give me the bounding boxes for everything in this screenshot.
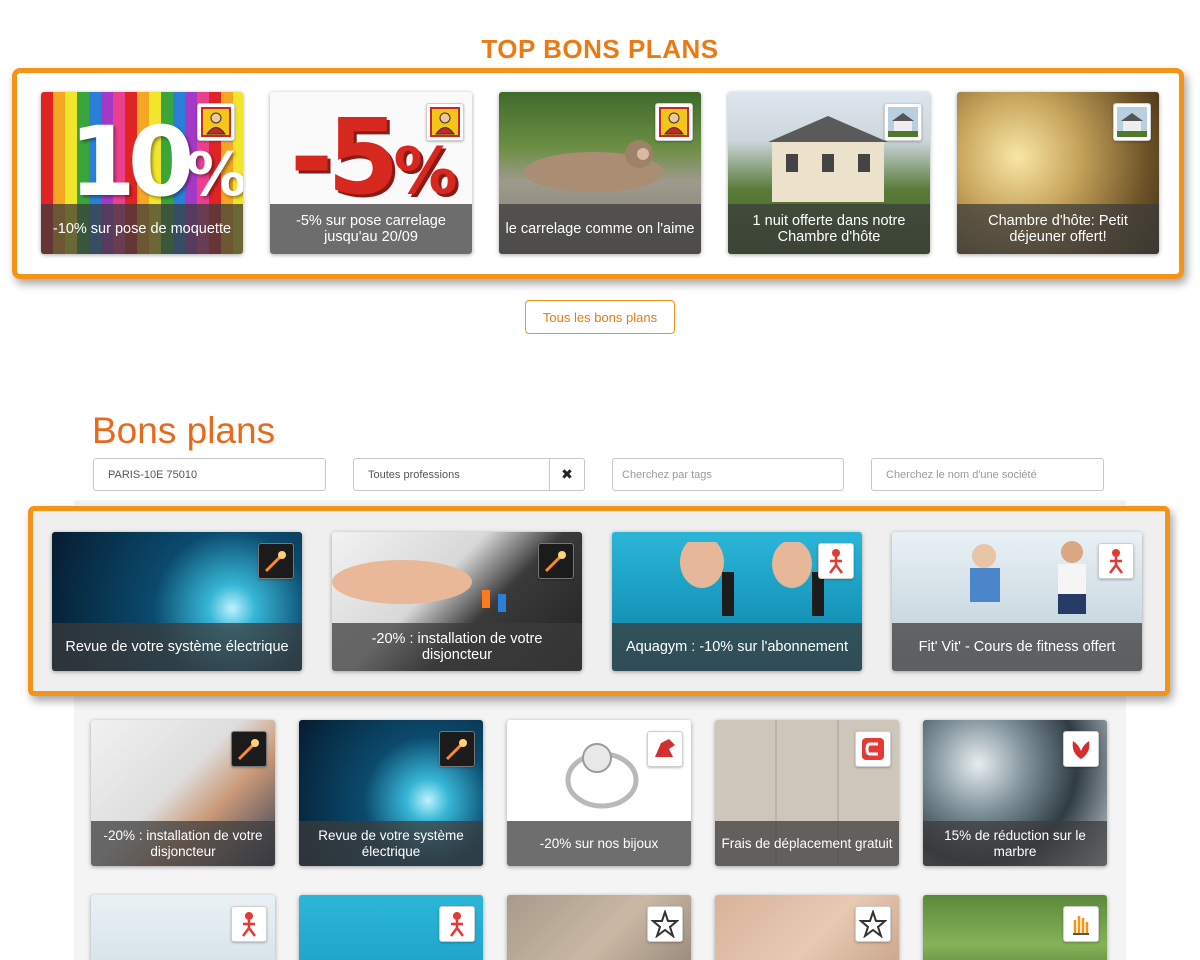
grid-card-marbre[interactable]: 15% de réduction sur le marbre [923,720,1107,866]
profession-select[interactable]: Toutes professions [353,458,550,491]
card-caption: 15% de réduction sur le marbre [923,821,1107,866]
fitness-icon [439,906,475,942]
grid-card-fitness[interactable] [91,895,275,960]
fitness-icon [231,906,267,942]
featured-card-fitness[interactable]: Fit' Vit' - Cours de fitness offert [892,532,1142,671]
house-photo-icon [884,103,922,141]
featured-card-disjoncteur[interactable]: -20% : installation de votre disjoncteur [332,532,582,671]
card-caption: Chambre d'hôte: Petit déjeuner offert! [957,204,1159,254]
fitness-icon [818,543,854,579]
worker-mascot-icon [197,103,235,141]
top-card-carrelage-aime[interactable]: le carrelage comme on l'aime [499,92,701,254]
top-card-moquette[interactable]: 10% -10% sur pose de moquette [41,92,243,254]
all-deals-button[interactable]: Tous les bons plans [525,300,675,334]
spark-icon [231,731,267,767]
card-caption: -5% sur pose carrelage jusqu'au 20/09 [270,204,472,254]
card-caption: le carrelage comme on l'aime [499,204,701,254]
red-c-icon [855,731,891,767]
featured-card-systeme-electrique[interactable]: Revue de votre système électrique [52,532,302,671]
card-caption: Aquagym : -10% sur l'abonnement [612,623,862,671]
red-horse-icon [647,731,683,767]
spark-icon [258,543,294,579]
card-caption: Frais de déplacement gratuit [715,821,899,866]
card-caption: Revue de votre système électrique [52,623,302,671]
card-caption: -10% sur pose de moquette [41,204,243,254]
location-field[interactable]: PARIS-10E 75010 [93,458,326,491]
star-flower-icon [647,906,683,942]
top-card-nuit-offerte[interactable]: 1 nuit offerte dans notre Chambre d'hôte [728,92,930,254]
featured-card-aquagym[interactable]: Aquagym : -10% sur l'abonnement [612,532,862,671]
fitness-icon [1098,543,1134,579]
card-caption: -20% : installation de votre disjoncteur [91,821,275,866]
grid-card-aquagym[interactable] [299,895,483,960]
card-caption: Revue de votre système électrique [299,821,483,866]
grid-card-bijoux[interactable]: -20% sur nos bijoux [507,720,691,866]
company-search-input[interactable]: Cherchez le nom d'une société [871,458,1104,491]
tags-search-input[interactable]: Cherchez par tags [612,458,844,491]
top-card-carrelage[interactable]: -5% -5% sur pose carrelage jusqu'au 20/0… [270,92,472,254]
spark-icon [439,731,475,767]
bons-plans-title: Bons plans [92,410,276,451]
card-caption: -20% sur nos bijoux [507,821,691,866]
house-photo-icon [1113,103,1151,141]
grid-card-deplacement[interactable]: Frais de déplacement gratuit [715,720,899,866]
grid-card-systeme-electrique[interactable]: Revue de votre système électrique [299,720,483,866]
spark-icon [538,543,574,579]
card-caption: Fit' Vit' - Cours de fitness offert [892,623,1142,671]
clear-profession-button[interactable]: ✖ [549,458,585,491]
grid-card-tile-work[interactable] [507,895,691,960]
red-flower-icon [1063,731,1099,767]
card-caption: 1 nuit offerte dans notre Chambre d'hôte [728,204,930,254]
grid-card-garden[interactable] [923,895,1107,960]
hand-icon [1063,906,1099,942]
card-caption: -20% : installation de votre disjoncteur [332,623,582,671]
star-flower-icon [855,906,891,942]
top-bons-plans-title: TOP BONS PLANS [481,34,719,64]
top-card-chambre-hote[interactable]: Chambre d'hôte: Petit déjeuner offert! [957,92,1159,254]
grid-card-trowel[interactable] [715,895,899,960]
worker-mascot-icon [426,103,464,141]
grid-card-disjoncteur[interactable]: -20% : installation de votre disjoncteur [91,720,275,866]
worker-mascot-icon [655,103,693,141]
